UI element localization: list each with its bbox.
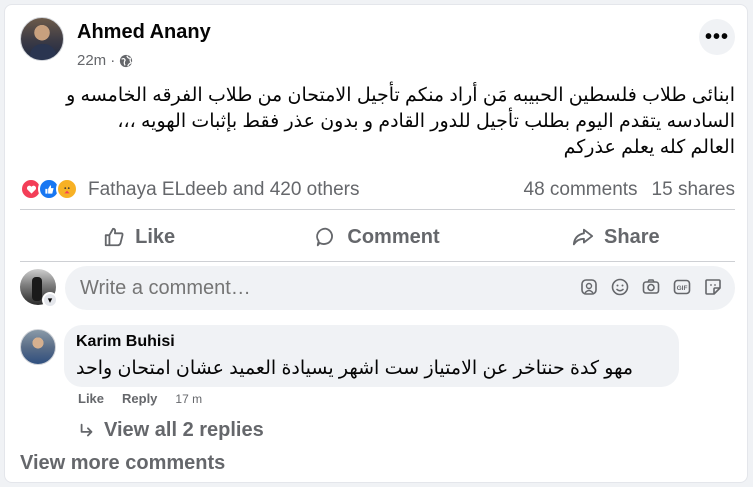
comment-button[interactable]: Comment bbox=[258, 215, 496, 259]
comment-bubble: Karim Buhisi مهو كدة حنتاخر عن الامتياز … bbox=[64, 325, 679, 387]
globe-icon[interactable] bbox=[119, 54, 133, 68]
engagement-counts: 48 comments 15 shares bbox=[524, 179, 736, 201]
post-actions: Like Comment Share bbox=[20, 215, 735, 259]
author-name[interactable]: Ahmed Anany bbox=[77, 21, 211, 44]
reactions-row: Fathaya ELdeeb and 420 others 48 comment… bbox=[20, 175, 735, 205]
post-text-line: العالم كله يعلم عذركم bbox=[563, 137, 735, 158]
view-replies-link[interactable]: View all 2 replies bbox=[78, 419, 264, 442]
emoji-icon[interactable] bbox=[610, 277, 630, 297]
composer-icons: GIF bbox=[579, 277, 723, 297]
shares-count[interactable]: 15 shares bbox=[652, 179, 735, 201]
care-reaction-icon bbox=[56, 178, 78, 200]
reactions-summary[interactable]: Fathaya ELdeeb and 420 others bbox=[88, 179, 359, 201]
comment-like-link[interactable]: Like bbox=[78, 391, 104, 406]
comment-icon bbox=[316, 227, 334, 247]
comment-text: مهو كدة حنتاخر عن الامتياز ست اشهر يسياد… bbox=[76, 358, 634, 379]
author-avatar[interactable] bbox=[20, 17, 64, 61]
like-button-label: Like bbox=[135, 225, 176, 248]
chevron-down-icon[interactable]: ▾ bbox=[42, 292, 58, 308]
comment-composer: ▾ GIF bbox=[20, 265, 735, 313]
share-icon bbox=[572, 228, 594, 246]
svg-text:GIF: GIF bbox=[677, 285, 688, 292]
commenter-name[interactable]: Karim Buhisi bbox=[76, 333, 667, 351]
reaction-icons[interactable] bbox=[20, 178, 78, 200]
reply-arrow-icon bbox=[80, 423, 93, 436]
comment-button-label: Comment bbox=[347, 225, 440, 248]
divider bbox=[20, 209, 735, 210]
divider bbox=[20, 261, 735, 262]
comment-reply-link[interactable]: Reply bbox=[122, 391, 157, 406]
view-more-comments-link[interactable]: View more comments bbox=[20, 452, 225, 475]
post-header: Ahmed Anany 22m · ••• bbox=[20, 17, 735, 69]
sticker-icon[interactable] bbox=[703, 277, 723, 297]
commenter-avatar[interactable] bbox=[20, 329, 56, 365]
avatar-sticker-icon[interactable] bbox=[579, 277, 599, 297]
meta-separator: · bbox=[110, 52, 116, 69]
post-card: Ahmed Anany 22m · ••• ابنائى طلاب فلسطين… bbox=[4, 4, 748, 483]
like-button[interactable]: Like bbox=[20, 215, 258, 259]
post-text-line: السادسه يتقدم اليوم بطلب تأجيل للدور الق… bbox=[117, 111, 735, 132]
thumbs-up-icon bbox=[104, 227, 124, 247]
post-text-line: ابنائى طلاب فلسطين الحبيبه مَن أراد منكم… bbox=[66, 85, 735, 106]
comment-actions: Like Reply 17 m bbox=[78, 391, 202, 406]
share-button[interactable]: Share bbox=[497, 215, 735, 259]
more-options-button[interactable]: ••• bbox=[699, 19, 735, 55]
post-time[interactable]: 22m bbox=[77, 52, 106, 69]
view-replies-label: View all 2 replies bbox=[104, 419, 264, 441]
comment-time[interactable]: 17 m bbox=[175, 392, 202, 406]
share-button-label: Share bbox=[604, 225, 660, 248]
gif-icon[interactable]: GIF bbox=[672, 277, 692, 297]
comments-count[interactable]: 48 comments bbox=[524, 179, 638, 201]
post-meta: 22m · bbox=[77, 52, 133, 69]
camera-icon[interactable] bbox=[641, 277, 661, 297]
post-text: ابنائى طلاب فلسطين الحبيبه مَن أراد منكم… bbox=[20, 83, 735, 161]
